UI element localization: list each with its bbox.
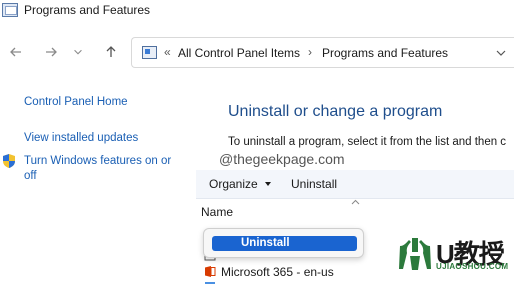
column-name-label[interactable]: Name [201, 205, 233, 219]
logo-subtext: UJIAOSHOU.COM [436, 262, 509, 271]
control-panel-home-link[interactable]: Control Panel Home [24, 95, 128, 110]
breadcrumb-programs-and-features[interactable]: Programs and Features [322, 46, 448, 60]
organize-button[interactable]: Organize [209, 177, 258, 191]
back-button[interactable] [8, 44, 24, 60]
caret-down-icon[interactable] [265, 182, 271, 186]
view-installed-updates-link[interactable]: View installed updates [24, 131, 138, 146]
window-title: Programs and Features [24, 3, 151, 17]
overflow-separator[interactable]: « [164, 45, 171, 59]
logo-mark-icon [399, 238, 431, 270]
office-icon [205, 266, 216, 277]
watermark: @thegeekpage.com [219, 151, 345, 167]
programs-window-icon [2, 3, 18, 17]
control-panel-icon [142, 46, 157, 59]
uninstall-menu-item[interactable]: Uninstall [212, 236, 357, 251]
shield-icon [3, 154, 15, 168]
title-bar: Programs and Features [0, 0, 514, 24]
chevron-down-icon [74, 49, 82, 55]
uninstall-toolbar-button[interactable]: Uninstall [291, 177, 337, 191]
breadcrumb-all-control-panel-items[interactable]: All Control Panel Items [178, 46, 300, 60]
ujiaoshou-logo: U教授 UJIAOSHOU.COM [396, 236, 514, 284]
page-title: Uninstall or change a program [228, 103, 443, 120]
arrow-left-icon [10, 47, 21, 57]
list-item-label: Microsoft 365 - en-us [221, 265, 334, 279]
context-menu: Uninstall [203, 228, 364, 258]
address-bar[interactable]: « All Control Panel Items › Programs and… [131, 37, 514, 68]
breadcrumb-separator[interactable]: › [308, 45, 312, 59]
page-description: To uninstall a program, select it from t… [228, 136, 507, 148]
arrow-right-icon [46, 47, 57, 57]
turn-windows-features-link[interactable]: Turn Windows features on or off [24, 154, 184, 184]
sort-ascending-icon [351, 199, 360, 205]
column-header[interactable]: Name [196, 199, 514, 225]
command-toolbar: Organize Uninstall [196, 170, 514, 199]
up-button[interactable] [103, 44, 119, 60]
chevron-down-icon[interactable] [495, 47, 507, 59]
forward-button[interactable] [43, 44, 59, 60]
arrow-up-icon [106, 46, 116, 57]
recent-locations-button[interactable] [72, 44, 84, 60]
